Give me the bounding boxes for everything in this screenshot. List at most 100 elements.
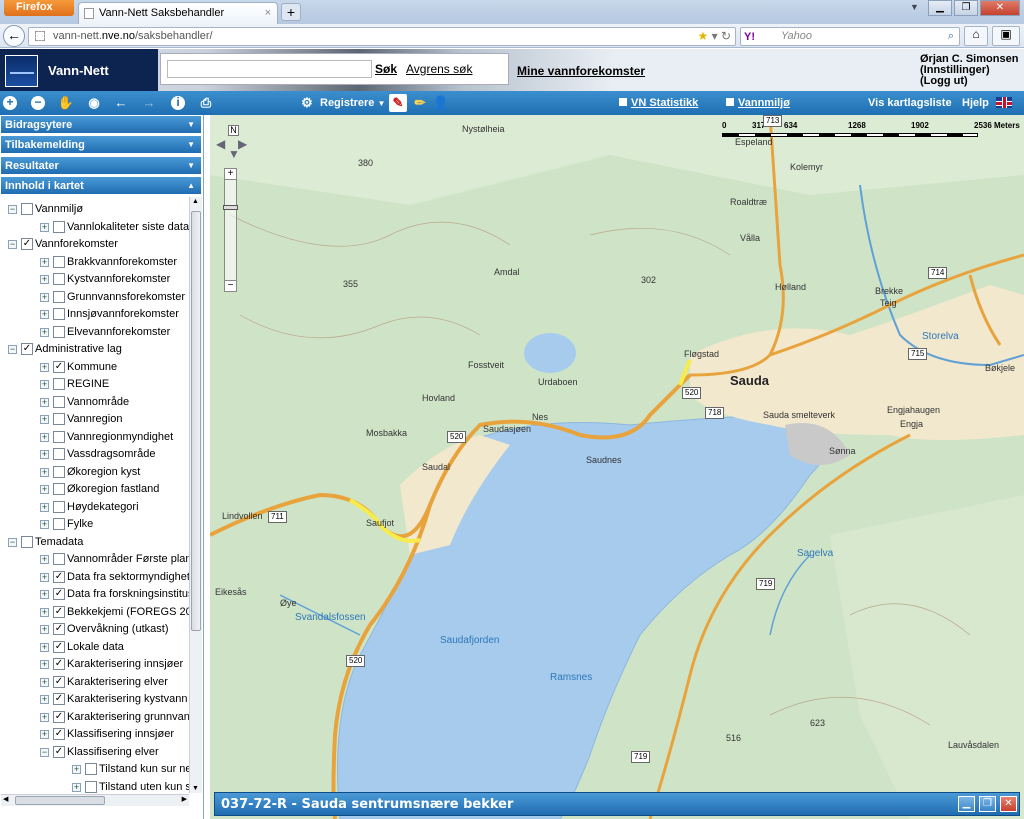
layer-checkbox[interactable]: ✓: [53, 745, 65, 758]
accordion-results[interactable]: Resultater ▼: [1, 157, 201, 175]
expand-icon[interactable]: +: [40, 310, 49, 319]
water-env-link[interactable]: Vannmiljø: [726, 97, 790, 109]
refine-search-link[interactable]: Avgrens søk: [406, 62, 472, 76]
tab-list-chevron-icon[interactable]: ▼: [910, 2, 919, 12]
layer-label[interactable]: Vassdragsområde: [67, 446, 155, 462]
layer-label[interactable]: Brakkvannforekomster: [67, 254, 177, 270]
expand-icon[interactable]: +: [40, 415, 49, 424]
register-menu[interactable]: Registrere ▼: [320, 97, 385, 109]
zoom-out-icon[interactable]: −: [31, 96, 45, 110]
scroll-up-icon[interactable]: ▲: [192, 198, 199, 205]
layer-label[interactable]: Administrative lag: [35, 341, 122, 357]
layer-label[interactable]: Vannområde: [67, 394, 129, 410]
layer-checkbox[interactable]: ✓: [21, 238, 33, 250]
layer-label[interactable]: Temadata: [35, 534, 83, 550]
layer-label[interactable]: Bekkekjemi (FOREGS 2008: [67, 604, 191, 620]
zoom-extent-icon[interactable]: ◉: [85, 94, 103, 112]
layer-checkbox[interactable]: [53, 308, 65, 320]
expand-icon[interactable]: +: [40, 327, 49, 337]
expand-icon[interactable]: +: [40, 362, 49, 372]
expand-icon[interactable]: +: [40, 257, 49, 267]
vn-statistics-link[interactable]: VN Statistikk: [619, 97, 698, 109]
expand-icon[interactable]: +: [40, 572, 49, 582]
tab-close-icon[interactable]: ×: [265, 3, 271, 23]
scroll-thumb[interactable]: [191, 211, 201, 631]
layer-checkbox[interactable]: [53, 325, 65, 338]
expand-icon[interactable]: +: [40, 520, 49, 529]
accordion-map-contents[interactable]: Innhold i kartet ▲: [1, 177, 201, 195]
panel-close-button[interactable]: ✕: [1000, 796, 1017, 812]
pan-south-icon[interactable]: ▼: [228, 147, 240, 161]
collapse-icon[interactable]: −: [8, 537, 17, 547]
pan-control[interactable]: N ◀ ▶ ▼: [216, 125, 250, 161]
layer-checkbox[interactable]: [53, 483, 65, 495]
layer-checkbox[interactable]: ✓: [53, 658, 65, 670]
layer-checkbox[interactable]: ✓: [53, 623, 65, 635]
expand-icon[interactable]: +: [72, 765, 81, 774]
layer-label[interactable]: Vannmiljø: [35, 201, 83, 217]
layer-label[interactable]: Høydekategori: [67, 499, 139, 515]
new-tab-button[interactable]: +: [281, 3, 301, 21]
expand-icon[interactable]: +: [40, 712, 49, 722]
layer-label[interactable]: Innsjøvannforekomster: [67, 306, 179, 322]
layer-checkbox[interactable]: [53, 518, 65, 530]
dropdown-chevron-icon[interactable]: ▾: [712, 29, 718, 43]
layer-checkbox[interactable]: ✓: [21, 343, 33, 355]
layer-label[interactable]: Vannregionmyndighet: [67, 429, 173, 445]
layer-checkbox[interactable]: ✓: [53, 728, 65, 740]
layer-label[interactable]: Data fra forskningsinstitusj: [67, 586, 191, 602]
reload-icon[interactable]: ↻: [721, 29, 731, 43]
browser-tab[interactable]: Vann-Nett Saksbehandler ×: [78, 2, 278, 24]
accordion-contributors[interactable]: Bidragsytere ▼: [1, 116, 201, 134]
layer-checkbox[interactable]: ✓: [53, 693, 65, 705]
logout-link[interactable]: (Logg ut): [920, 76, 1018, 87]
tree-vertical-scrollbar[interactable]: ▲ ▼: [189, 197, 202, 793]
scroll-down-icon[interactable]: ▼: [192, 785, 199, 792]
layer-checkbox[interactable]: [53, 465, 65, 478]
layer-label[interactable]: Vannregion: [67, 411, 122, 427]
collapse-icon[interactable]: −: [8, 240, 17, 249]
map-canvas[interactable]: N ◀ ▶ ▼ + − 0 317 634 1268 1902 2536 Met…: [210, 115, 1024, 819]
layer-checkbox[interactable]: [53, 413, 65, 425]
expand-icon[interactable]: +: [40, 502, 49, 512]
accordion-feedback[interactable]: Tilbakemelding ▼: [1, 136, 201, 154]
close-window-button[interactable]: ✕: [980, 0, 1020, 16]
scroll-right-icon[interactable]: ▶: [182, 795, 187, 803]
help-link[interactable]: Hjelp: [962, 97, 989, 109]
expand-icon[interactable]: +: [72, 782, 81, 792]
expand-icon[interactable]: +: [40, 397, 49, 407]
collapse-icon[interactable]: −: [40, 747, 49, 757]
layer-label[interactable]: Kystvannforekomster: [67, 271, 170, 287]
pan-west-icon[interactable]: ◀: [216, 137, 225, 151]
edit-pencil-icon[interactable]: ✏: [411, 94, 429, 112]
search-go-icon[interactable]: ⌕: [948, 28, 954, 45]
collapse-icon[interactable]: −: [8, 345, 17, 354]
expand-icon[interactable]: +: [40, 292, 49, 302]
bookmark-star-icon[interactable]: ★: [697, 29, 708, 43]
layer-label[interactable]: Karakterisering kystvann: [67, 691, 187, 707]
show-layer-list-link[interactable]: Vis kartlagsliste: [868, 97, 952, 109]
layer-checkbox[interactable]: [53, 448, 65, 460]
layer-label[interactable]: REGINE: [67, 376, 109, 392]
restore-button[interactable]: ❐: [954, 0, 978, 16]
expand-icon[interactable]: +: [40, 660, 49, 669]
register-icon[interactable]: ⚙: [298, 94, 316, 112]
layer-label[interactable]: Lokale data: [67, 639, 124, 655]
layer-checkbox[interactable]: [53, 220, 65, 233]
layer-checkbox[interactable]: [53, 378, 65, 390]
scroll-left-icon[interactable]: ◀: [3, 795, 8, 803]
layer-checkbox[interactable]: [21, 203, 33, 215]
expand-icon[interactable]: +: [40, 590, 49, 599]
expand-icon[interactable]: +: [40, 450, 49, 459]
layer-label[interactable]: Tilstand uten kun su: [99, 779, 191, 794]
add-user-icon[interactable]: 👤: [432, 94, 450, 112]
scroll-thumb[interactable]: [15, 796, 105, 805]
previous-extent-icon[interactable]: ←: [112, 94, 130, 112]
layer-checkbox[interactable]: ✓: [53, 360, 65, 373]
layer-label[interactable]: Klassifisering innsjøer: [67, 726, 174, 742]
layer-label[interactable]: Vannområder Første planfa: [67, 551, 191, 567]
print-icon[interactable]: ⎙: [197, 94, 215, 112]
tree-horizontal-scrollbar[interactable]: ◀ ▶: [1, 794, 189, 806]
layer-checkbox[interactable]: ✓: [53, 710, 65, 723]
url-bar[interactable]: vann-nett.nve.no/saksbehandler/ ★ ▾ ↻: [28, 27, 736, 46]
